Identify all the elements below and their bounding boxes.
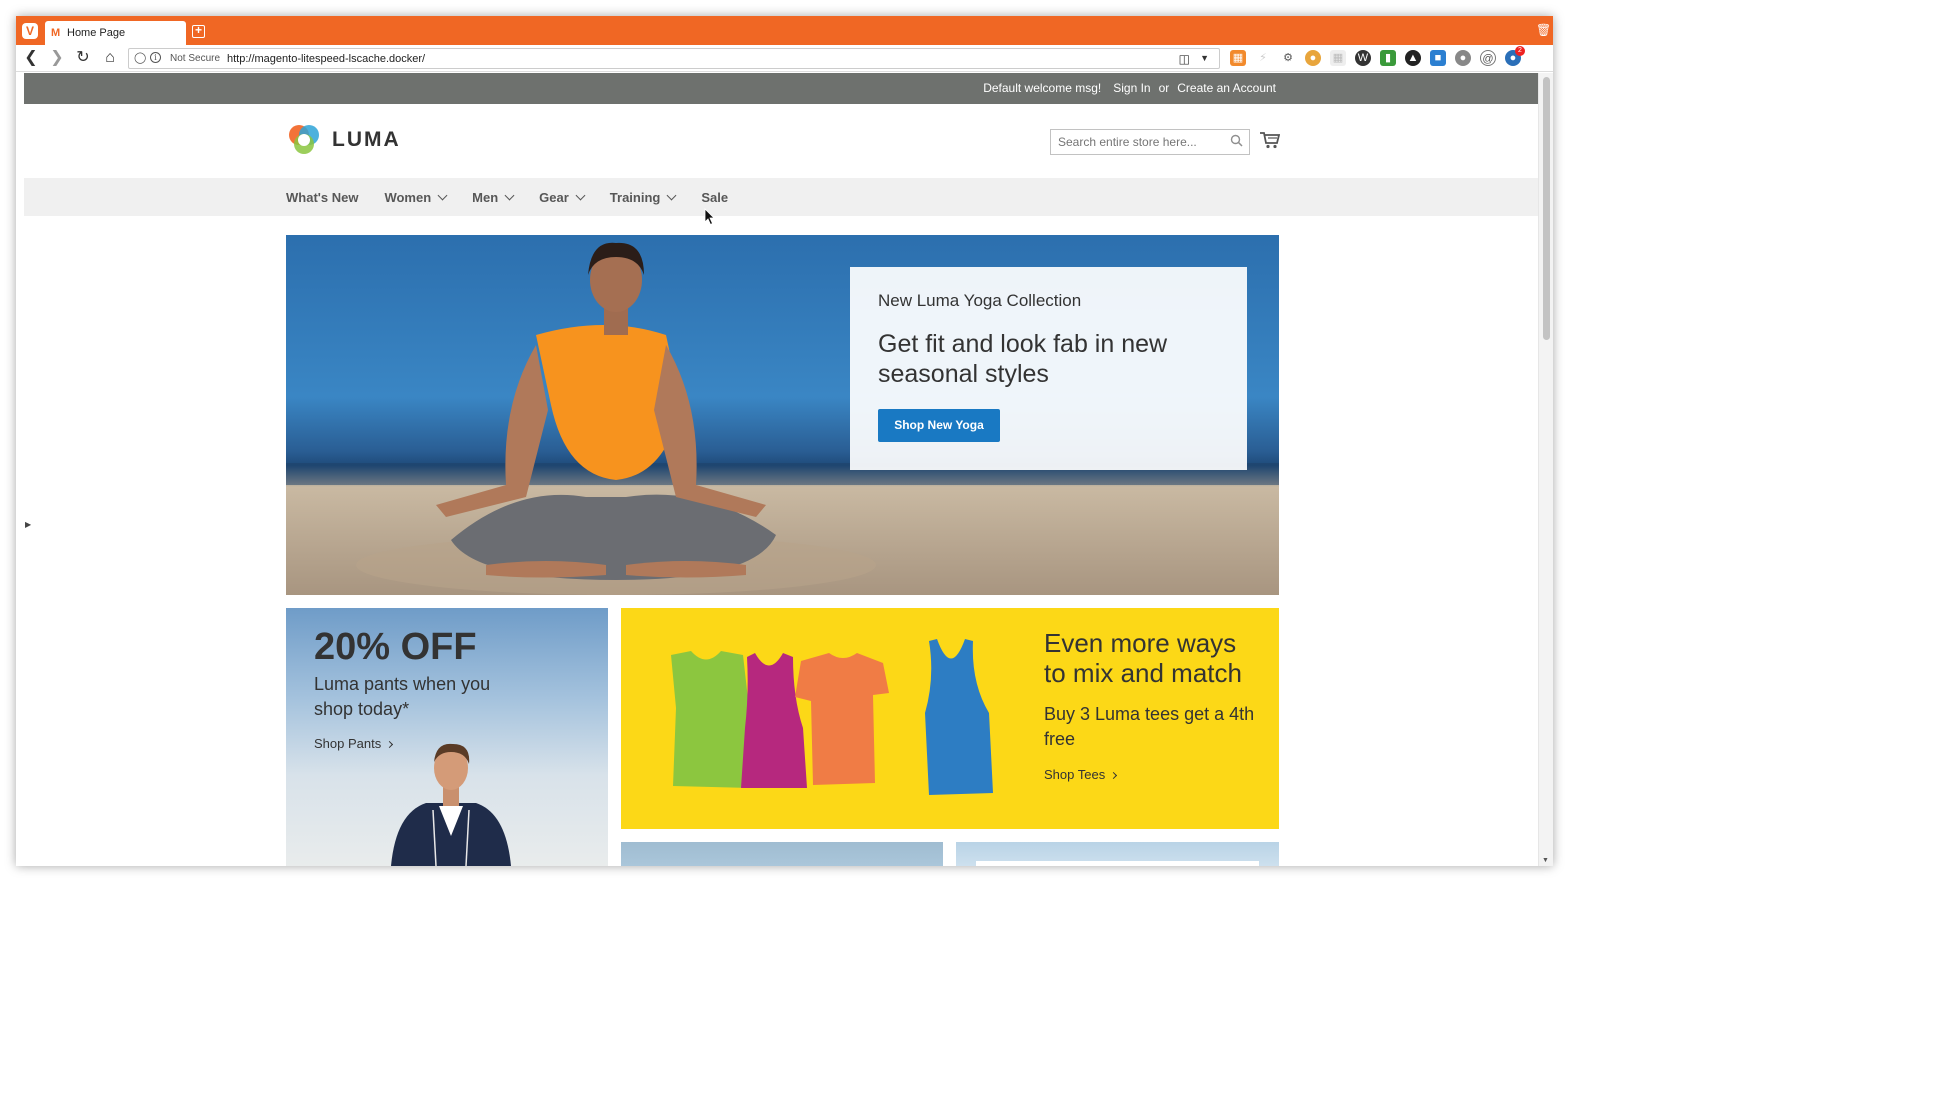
- chevron-down-icon: [666, 190, 677, 201]
- shop-pants-label: Shop Pants: [314, 736, 382, 751]
- chevron-down-icon: [575, 190, 586, 201]
- scroll-down-icon[interactable]: ▼: [1542, 857, 1549, 864]
- scrollbar-thumb[interactable]: [1543, 77, 1550, 340]
- tees-promo-title: Even more ways to mix and match: [1044, 628, 1242, 688]
- nav-item-training[interactable]: Training: [609, 190, 677, 205]
- magento-favicon-icon: M: [51, 27, 61, 39]
- nav-item-label: Women: [384, 190, 432, 205]
- tees-promo-block[interactable]: Even more ways to mix and match Buy 3 Lu…: [621, 608, 1279, 829]
- tees-promo-text: Buy 3 Luma tees get a 4th free: [1044, 704, 1255, 749]
- url-text[interactable]: http://magento-litespeed-lscache.docker/: [227, 53, 425, 65]
- nav-item-label: Gear: [539, 190, 569, 205]
- main-navigation: What's New Women Men Gear Training Sale: [24, 178, 1538, 216]
- not-secure-label: Not Secure: [170, 53, 221, 64]
- extension-toolbar: ▦ ⚡ ⚙ ● ▦ W ▮ ▲ ■ ● @ ● 2: [1230, 46, 1525, 68]
- back-icon[interactable]: ❮: [22, 49, 40, 67]
- nav-item-gear[interactable]: Gear: [539, 190, 586, 205]
- reload-icon[interactable]: ↻: [74, 49, 92, 67]
- nav-item-women[interactable]: Women: [384, 190, 448, 205]
- man-in-hoodie-image: [391, 743, 511, 866]
- nav-item-men[interactable]: Men: [472, 190, 515, 205]
- hero-title: Get fit and look fab in new seasonal sty…: [878, 330, 1168, 388]
- page-viewport: Default welcome msg! Sign In or Create a…: [24, 73, 1538, 866]
- grid-extension-icon[interactable]: ▦: [1330, 50, 1346, 66]
- gear-extension-icon[interactable]: ⚙: [1280, 50, 1296, 66]
- panel-toggle-icon[interactable]: ▶: [25, 520, 31, 529]
- circle-extension-icon[interactable]: @: [1480, 50, 1496, 66]
- logo-text[interactable]: LUMA: [332, 128, 401, 152]
- new-tab-icon[interactable]: +: [192, 24, 205, 38]
- promo-tile-b-panel: [976, 861, 1259, 866]
- home-icon[interactable]: ⌂: [101, 49, 119, 67]
- chevron-down-icon: [437, 190, 448, 201]
- cookie-extension-icon[interactable]: ●: [1305, 50, 1321, 66]
- nav-item-label: Training: [609, 190, 661, 205]
- nav-item-label: Men: [472, 190, 499, 205]
- welcome-message: Default welcome msg!: [983, 81, 1102, 95]
- vivaldi-menu-icon[interactable]: V: [22, 23, 38, 39]
- shop-tees-link[interactable]: Shop Tees: [1044, 767, 1118, 782]
- shield-icon[interactable]: ◯: [134, 52, 146, 64]
- tees-image: [671, 639, 993, 795]
- browser-tab[interactable]: M Home Page: [45, 21, 186, 45]
- bookmark-icon[interactable]: ◫: [1179, 52, 1190, 66]
- chevron-down-icon: [504, 190, 515, 201]
- create-account-link[interactable]: Create an Account: [1177, 81, 1276, 95]
- nav-item-label: Sale: [701, 190, 729, 205]
- nav-item-sale[interactable]: Sale: [701, 190, 728, 205]
- forward-icon[interactable]: ❯: [48, 49, 66, 67]
- hero-kicker: New Luma Yoga Collection: [878, 291, 1082, 310]
- notification-extension-icon[interactable]: ● 2: [1505, 46, 1525, 66]
- wordpress-extension-icon[interactable]: W: [1355, 50, 1371, 66]
- pants-promo-title: 20% OFF: [314, 626, 477, 668]
- chevron-right-icon: [1110, 771, 1118, 780]
- notification-badge: 2: [1515, 46, 1525, 56]
- panel-header: Default welcome msg! Sign In or Create a…: [24, 73, 1538, 104]
- shop-tees-label: Shop Tees: [1044, 767, 1106, 782]
- promo-tile-b[interactable]: [956, 842, 1279, 866]
- nav-item-whats-new[interactable]: What's New: [286, 190, 358, 205]
- tab-bar: V M Home Page + 🗑: [16, 16, 1553, 45]
- search-input[interactable]: [1050, 129, 1250, 155]
- lightning-extension-icon[interactable]: ⚡: [1255, 50, 1271, 66]
- sign-in-link[interactable]: Sign In: [1113, 81, 1150, 95]
- puzzle-extension-icon[interactable]: ■: [1430, 50, 1446, 66]
- mouse-cursor-icon: [704, 208, 715, 226]
- tab-title: Home Page: [67, 27, 126, 39]
- cart-icon[interactable]: [1260, 131, 1280, 149]
- pants-promo-text: Luma pants when you shop today*: [314, 674, 491, 719]
- hero-banner[interactable]: New Luma Yoga Collection Get fit and loo…: [286, 235, 1279, 595]
- pants-promo-block[interactable]: 20% OFF Luma pants when you shop today* …: [286, 608, 608, 866]
- or-separator: or: [1158, 81, 1170, 95]
- bars-extension-icon[interactable]: ▮: [1380, 50, 1396, 66]
- info-icon[interactable]: i: [150, 52, 161, 63]
- url-dropdown-icon[interactable]: ▼: [1200, 53, 1209, 63]
- nav-item-label: What's New: [286, 190, 359, 205]
- promo-tile-a[interactable]: [621, 842, 943, 866]
- flame-extension-icon[interactable]: ▲: [1405, 50, 1421, 66]
- hero-content-box: New Luma Yoga Collection Get fit and loo…: [850, 267, 1247, 470]
- page-scrollbar[interactable]: ▼: [1538, 73, 1553, 866]
- search-icon[interactable]: [1230, 134, 1243, 147]
- luma-logo-icon[interactable]: [286, 122, 322, 158]
- shop-new-yoga-button[interactable]: Shop New Yoga: [878, 409, 1000, 442]
- calculator-extension-icon[interactable]: ▦: [1230, 50, 1246, 66]
- profile-extension-icon[interactable]: ●: [1455, 50, 1471, 66]
- store-header: LUMA: [24, 104, 1538, 178]
- browser-window: V M Home Page + 🗑 ❮ ❯ ↻ ⌂ ◯ i Not Secure…: [16, 16, 1553, 866]
- trash-icon[interactable]: 🗑: [1536, 24, 1551, 37]
- header-links: Default welcome msg! Sign In or Create a…: [983, 81, 1276, 95]
- address-bar: ❮ ❯ ↻ ⌂ ◯ i Not Secure http://magento-li…: [16, 45, 1553, 72]
- url-field[interactable]: ◯ i Not Secure http://magento-litespeed-…: [128, 48, 1220, 69]
